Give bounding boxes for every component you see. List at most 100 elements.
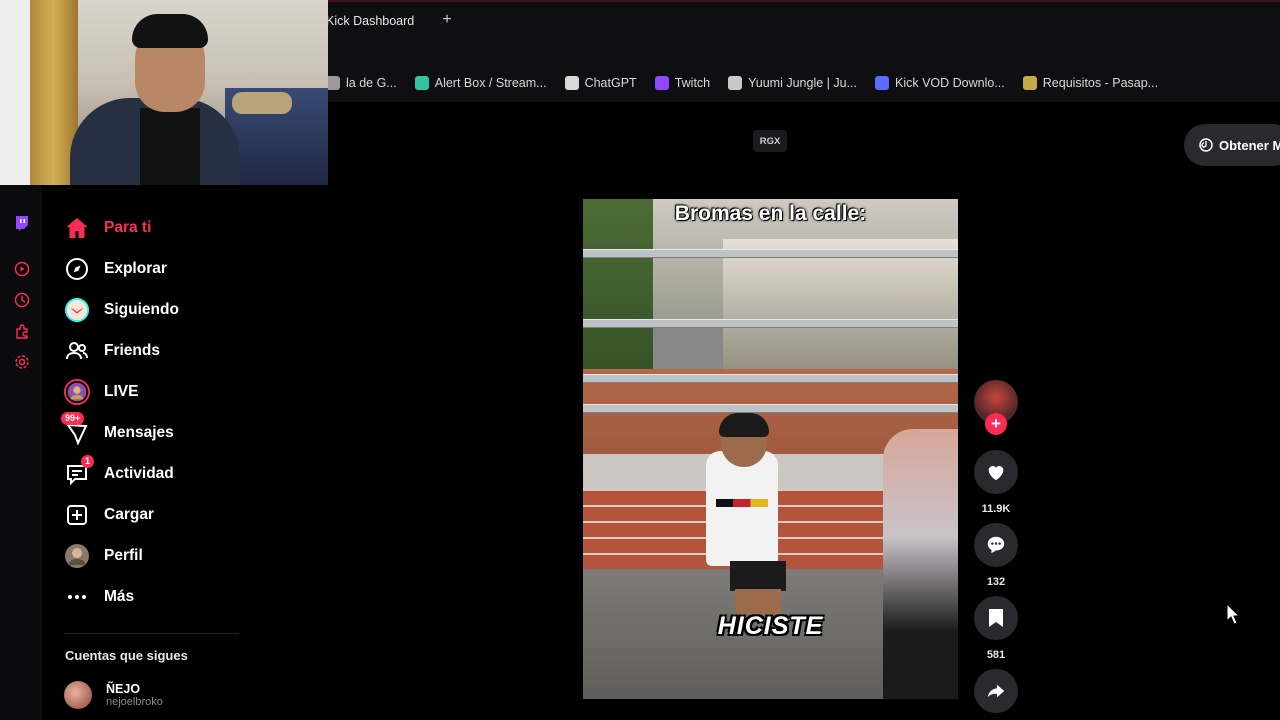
- comment-count: 132: [986, 576, 1006, 588]
- video-scene-railing: [583, 404, 958, 413]
- twitch-icon: [654, 76, 669, 90]
- bookmark-label: Twitch: [674, 76, 711, 90]
- save-action: 581: [974, 596, 1018, 661]
- share-icon: [987, 684, 1005, 698]
- following-icon: [64, 297, 90, 323]
- video-kid-shirt-stripe: [716, 499, 768, 507]
- like-button[interactable]: [974, 450, 1018, 494]
- video-scene-cafe: [723, 239, 958, 389]
- sidebar-item-label: Más: [104, 588, 135, 605]
- more-icon: [64, 584, 90, 610]
- bookmark-item[interactable]: Kick VOD Downlo...: [875, 76, 1005, 90]
- globe-icon: [326, 76, 340, 90]
- sidebar-item-mensajes[interactable]: 99+ Mensajes: [61, 412, 174, 448]
- avatar: [64, 681, 92, 709]
- bookmark-item[interactable]: ChatGPT: [564, 76, 637, 90]
- messages-badge: 99+: [61, 412, 85, 425]
- profile-icon: [64, 543, 90, 569]
- video-player[interactable]: Bromas en la calle: HICISTE: [583, 199, 958, 699]
- video-caption: HICISTE: [717, 612, 824, 640]
- like-action: 11.9K: [974, 450, 1018, 515]
- bookmark-item[interactable]: Twitch: [654, 76, 711, 90]
- sidebar-item-cargar[interactable]: Cargar: [64, 500, 154, 530]
- like-count: 11.9K: [981, 503, 1011, 515]
- yuumi-icon: [728, 76, 743, 90]
- save-button[interactable]: [974, 596, 1018, 640]
- sidebar-item-mas[interactable]: Más: [64, 582, 134, 612]
- bookmark-label: Alert Box / Stream...: [434, 76, 547, 90]
- share-action: [974, 669, 1018, 713]
- sidebar-item-label: Siguiendo: [104, 301, 179, 318]
- friends-icon: [64, 338, 90, 364]
- bookmark-label: Kick VOD Downlo...: [895, 76, 1005, 90]
- cam-person-shirt: [140, 108, 200, 185]
- sidebar-item-label: Perfil: [104, 547, 143, 564]
- kick-vod-icon: [875, 76, 889, 90]
- tab-kick-dashboard[interactable]: Kick Dashboard: [326, 8, 414, 34]
- passport-icon: [1022, 76, 1037, 90]
- account-handle: nejoelbroko: [106, 696, 163, 708]
- following-account[interactable]: ÑEJO nejoelbroko: [64, 681, 163, 709]
- history-icon[interactable]: [14, 292, 30, 308]
- settings-icon[interactable]: [14, 354, 30, 370]
- sidebar-item-label: Friends: [104, 342, 160, 359]
- bookmark-icon: [989, 609, 1003, 627]
- sidebar-item-label: Mensajes: [104, 424, 174, 441]
- bookmark-item[interactable]: la de G...: [326, 76, 397, 90]
- new-tab-button[interactable]: +: [439, 12, 455, 28]
- account-name: ÑEJO: [106, 682, 141, 696]
- bookmark-item[interactable]: Yuumi Jungle | Ju...: [728, 76, 857, 90]
- sidebar-item-live[interactable]: LIVE: [64, 377, 138, 407]
- get-app-button[interactable]: Obtener M: [1184, 124, 1280, 166]
- sidebar: Para ti Explorar Siguiendo Friends LIVE …: [42, 185, 257, 720]
- video-scene-railing: [583, 249, 958, 258]
- sidebar-item-label: Para ti: [104, 219, 152, 236]
- bookmark-label: Requisitos - Pasap...: [1042, 76, 1159, 90]
- chatgpt-icon: [564, 76, 579, 90]
- sidebar-item-label: Explorar: [104, 260, 167, 277]
- extension-icon[interactable]: [14, 323, 30, 339]
- comment-icon: [987, 536, 1005, 554]
- twitch-icon[interactable]: [14, 215, 30, 231]
- activity-icon: 1: [64, 455, 95, 487]
- play-circle-icon[interactable]: [14, 261, 30, 277]
- follow-button[interactable]: +: [985, 413, 1007, 435]
- comment-button[interactable]: [974, 523, 1018, 567]
- rgx-badge[interactable]: RGX: [753, 130, 787, 152]
- webcam-overlay: [0, 0, 328, 185]
- streamlabs-icon: [414, 76, 429, 90]
- sidebar-item-actividad[interactable]: 1 Actividad: [64, 455, 174, 489]
- sidebar-item-label: LIVE: [104, 383, 139, 400]
- share-button[interactable]: [974, 669, 1018, 713]
- video-kid-shorts: [730, 561, 786, 591]
- sidebar-item-para-ti[interactable]: Para ti: [64, 213, 151, 243]
- activity-badge: 1: [81, 455, 95, 468]
- video-title: Bromas en la calle:: [674, 202, 867, 225]
- sidebar-item-perfil[interactable]: Perfil: [64, 541, 143, 571]
- home-icon: [64, 215, 90, 241]
- messages-icon: 99+: [61, 412, 90, 446]
- mouse-cursor-icon: [1226, 603, 1240, 625]
- compass-icon: [64, 256, 90, 282]
- bookmark-label: Yuumi Jungle | Ju...: [748, 76, 857, 90]
- following-section-title: Cuentas que sigues: [65, 648, 188, 663]
- sidebar-item-siguiendo[interactable]: Siguiendo: [64, 295, 179, 325]
- video-woman: [883, 429, 958, 699]
- cam-person-hair: [132, 14, 208, 48]
- bookmark-item[interactable]: Requisitos - Pasap...: [1022, 76, 1159, 90]
- sidebar-item-explorar[interactable]: Explorar: [64, 254, 167, 284]
- app-icon: [1199, 138, 1213, 152]
- save-count: 581: [986, 649, 1006, 661]
- cam-pillow: [232, 92, 292, 114]
- sidebar-item-label: Cargar: [104, 506, 154, 523]
- heart-icon: [988, 466, 1004, 481]
- comment-action: 132: [974, 523, 1018, 588]
- side-panel-rail: [0, 185, 42, 720]
- bookmark-item[interactable]: Alert Box / Stream...: [414, 76, 547, 90]
- bookmark-label: ChatGPT: [584, 76, 637, 90]
- tab-label: Kick Dashboard: [326, 14, 415, 28]
- sidebar-item-friends[interactable]: Friends: [64, 336, 160, 366]
- video-kid-hair: [719, 413, 769, 437]
- get-app-label: Obtener M: [1219, 137, 1280, 153]
- bookmark-label: la de G...: [346, 76, 397, 90]
